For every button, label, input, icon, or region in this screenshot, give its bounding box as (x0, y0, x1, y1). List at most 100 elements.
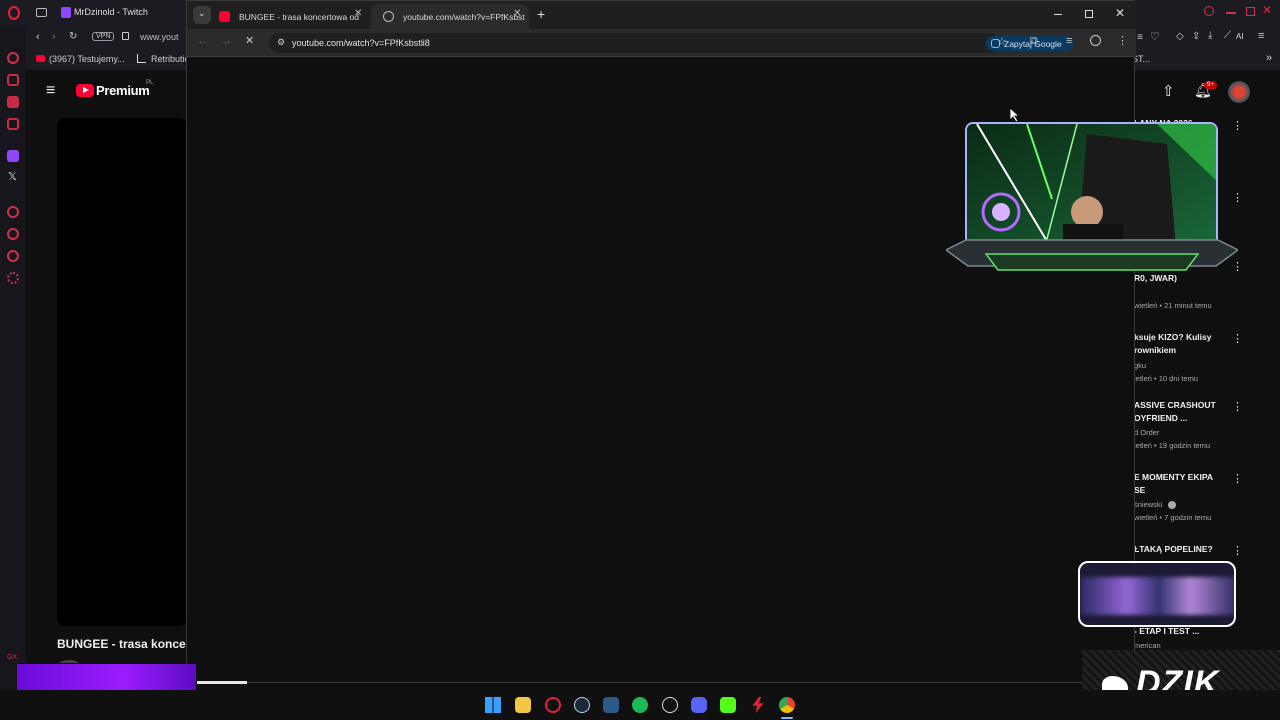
rec-title: ASSIVE CRASHOUT (1134, 400, 1216, 410)
extensions-icon[interactable]: ⧉ (1030, 35, 1038, 48)
tab-bungee[interactable]: BUNGEE - trasa koncertowa od (207, 4, 365, 29)
windows-taskbar (0, 690, 1280, 720)
pinboard-icon[interactable] (7, 250, 19, 262)
hamburger-menu-icon[interactable]: ≡ (46, 82, 55, 100)
back-icon[interactable]: ‹ (36, 31, 40, 43)
bookmark-chart-icon (137, 54, 146, 63)
user-avatar[interactable] (1228, 81, 1250, 103)
more-options-icon[interactable]: ⋮ (1232, 544, 1243, 557)
rec-meta: ietleń • 10 dni temu (1134, 374, 1198, 383)
video-player[interactable] (57, 118, 187, 626)
rec-meta: merican (1134, 641, 1161, 650)
opera-sidebar: 𝕏 GX (0, 26, 26, 720)
mouse-cursor-icon (1010, 108, 1020, 122)
menu-icon[interactable]: ≡ (1258, 30, 1264, 42)
workspaces-icon[interactable] (36, 8, 47, 17)
bookmark-item[interactable]: Retributio (151, 54, 190, 64)
chevron-right-icon[interactable]: » (1266, 52, 1272, 64)
heart-icon[interactable]: ♡ (1150, 30, 1160, 43)
more-options-icon[interactable]: ⋮ (1232, 119, 1243, 132)
extensions-icon[interactable]: ◇ (1176, 31, 1184, 42)
x-icon[interactable]: 𝕏 (8, 170, 17, 183)
minimize-icon[interactable] (1226, 12, 1236, 14)
messenger-icon[interactable] (7, 52, 19, 64)
upload-icon[interactable]: ⇧ (1162, 82, 1175, 100)
ai-label[interactable]: AI (1236, 32, 1244, 41)
history-icon[interactable] (7, 228, 19, 240)
more-options-icon[interactable]: ⋮ (1232, 472, 1243, 485)
file-explorer-icon[interactable] (515, 697, 531, 713)
player-icon[interactable] (7, 206, 19, 218)
verified-icon (1168, 501, 1176, 509)
globe-icon (383, 11, 394, 22)
more-options-icon[interactable]: ⋮ (1232, 191, 1243, 204)
bookmark-item[interactable]: (3967) Testujemy... (49, 54, 125, 64)
preview-blur (1080, 577, 1234, 615)
more-options-icon[interactable]: ⋮ (1232, 400, 1243, 413)
gx-icon[interactable]: GX (7, 654, 17, 661)
more-menu-icon[interactable]: ⋮ (1117, 34, 1128, 47)
sidebar-app-icon[interactable] (7, 118, 19, 130)
close-window-icon[interactable]: ✕ (1115, 6, 1125, 20)
opera-tab-title: MrDzinold - Twitch (74, 7, 148, 17)
mini-stream-preview (1078, 561, 1236, 627)
back-icon[interactable]: ← (197, 35, 208, 47)
rec-meta: wietleń • 21 minut temu (1134, 301, 1212, 310)
chrome-toolbar: ← → ✕ ⚙ youtube.com/watch?v=FPfKsbstli8 … (187, 29, 1136, 57)
spotify-icon[interactable] (632, 697, 648, 713)
opera-url-text[interactable]: www.yout (140, 32, 179, 42)
close-tab-icon[interactable]: ✕ (354, 8, 362, 19)
start-icon[interactable] (485, 697, 501, 713)
opera-gx-icon[interactable] (545, 697, 561, 713)
twitch-icon (61, 7, 71, 18)
maximize-icon[interactable] (1085, 10, 1093, 18)
close-icon[interactable]: ✕ (1262, 3, 1272, 17)
discord-icon[interactable] (691, 697, 707, 713)
url-text[interactable]: youtube.com/watch?v=FPfKsbstli8 (292, 38, 430, 48)
tab-youtube-watch[interactable]: youtube.com/watch?v=FPfKsbst (371, 4, 529, 29)
address-bar[interactable]: ⚙ youtube.com/watch?v=FPfKsbstli8 Zapyta… (269, 33, 1074, 53)
youtube-logo[interactable]: Premium PL (76, 80, 186, 103)
chatgpt-icon[interactable] (662, 697, 678, 713)
tab-search-icon[interactable]: ≡ (1137, 32, 1143, 43)
rec-meta: gku (1134, 361, 1147, 370)
video-title: BUNGEE - trasa konce (57, 637, 186, 651)
forward-icon[interactable]: → (221, 35, 232, 47)
search-icon[interactable] (1204, 6, 1214, 16)
forward-icon[interactable]: › (52, 31, 56, 43)
maximize-icon[interactable] (1246, 7, 1255, 16)
rec-title: SE (1134, 485, 1146, 495)
settings-icon[interactable] (7, 272, 19, 284)
bookmark-star-icon[interactable]: ☆ (997, 35, 1007, 48)
lightning-app-icon[interactable] (752, 697, 764, 713)
opera-logo-icon[interactable] (8, 6, 20, 20)
monitor-app-icon[interactable] (603, 697, 619, 713)
site-info-icon[interactable]: ⚙ (277, 37, 285, 48)
sidebar-app-icon[interactable] (7, 74, 19, 86)
opera-tab-twitch[interactable]: MrDzinold - Twitch (58, 4, 188, 23)
reload-icon[interactable]: ↻ (69, 31, 77, 42)
twitch-sidebar-icon[interactable] (7, 150, 19, 162)
rec-meta: śniewski (1134, 500, 1163, 509)
stop-loading-icon[interactable]: ✕ (245, 34, 254, 47)
rec-meta: ietleń • 19 godzin temu (1134, 441, 1211, 450)
media-controls-icon[interactable]: ≡ (1066, 35, 1072, 47)
share-icon[interactable]: ⇪ (1192, 31, 1200, 42)
steam-icon[interactable] (574, 697, 590, 713)
download-icon[interactable]: ⤓ (1208, 30, 1212, 41)
profile-icon[interactable] (1090, 35, 1101, 46)
new-tab-button[interactable]: + (537, 6, 545, 22)
minimize-icon[interactable] (1054, 14, 1062, 15)
close-tab-icon[interactable]: ✕ (513, 8, 521, 19)
rec-title: ksuje KIZO? Kulisy (1134, 332, 1212, 342)
tab-title: BUNGEE - trasa koncertowa od (239, 12, 359, 22)
opera-window-controls: ✕ (1204, 3, 1274, 20)
chrome-icon[interactable] (779, 697, 795, 713)
kick-icon[interactable] (720, 697, 736, 713)
lock-icon (122, 32, 129, 40)
aria-icon[interactable]: ⟋ (1224, 30, 1231, 41)
vpn-badge[interactable]: VPN (92, 32, 115, 41)
youtube-favicon-icon (36, 55, 45, 62)
sidebar-app-icon[interactable] (7, 96, 19, 108)
more-options-icon[interactable]: ⋮ (1232, 332, 1243, 345)
